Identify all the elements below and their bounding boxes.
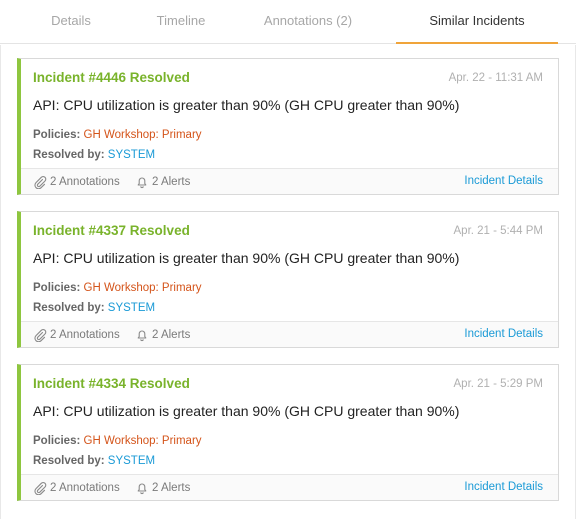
incident-title: Incident #4446 Resolved xyxy=(33,70,190,85)
incident-description: API: CPU utilization is greater than 90%… xyxy=(33,250,460,266)
alerts-count: 2 Alerts xyxy=(135,481,190,495)
incident-title: Incident #4334 Resolved xyxy=(33,376,190,391)
annotations-label: 2 Annotations xyxy=(50,329,120,341)
incident-card-footer: 2 Annotations 2 Alerts Incident Details xyxy=(21,168,558,194)
tab-timeline[interactable]: Timeline xyxy=(142,0,220,44)
resolved-by-value[interactable]: SYSTEM xyxy=(108,149,155,161)
policies-value: GH Workshop: Primary xyxy=(83,129,202,141)
resolved-by-value[interactable]: SYSTEM xyxy=(108,302,155,314)
incident-details-link[interactable]: Incident Details xyxy=(464,481,543,493)
incident-timestamp: Apr. 21 - 5:44 PM xyxy=(453,225,544,237)
alerts-count: 2 Alerts xyxy=(135,328,190,342)
incident-timestamp: Apr. 21 - 5:29 PM xyxy=(453,378,544,390)
resolved-by-label: Resolved by: xyxy=(33,455,105,467)
policies-value: GH Workshop: Primary xyxy=(83,435,202,447)
tab-similar-incidents[interactable]: Similar Incidents xyxy=(396,0,558,44)
bell-icon xyxy=(137,177,147,189)
resolved-by-row: Resolved by: SYSTEM xyxy=(33,149,155,161)
policies-row: Policies: GH Workshop: Primary xyxy=(33,129,202,141)
tab-details[interactable]: Details xyxy=(0,0,142,44)
incident-card-footer: 2 Annotations 2 Alerts Incident Details xyxy=(21,474,558,500)
incident-card-footer: 2 Annotations 2 Alerts Incident Details xyxy=(21,321,558,347)
incident-card: Incident #4334 Resolved Apr. 21 - 5:29 P… xyxy=(17,364,559,501)
policies-label: Policies: xyxy=(33,435,81,447)
annotations-label: 2 Annotations xyxy=(50,482,120,494)
incident-details-link[interactable]: Incident Details xyxy=(464,175,543,187)
incident-description: API: CPU utilization is greater than 90%… xyxy=(33,403,460,419)
annotations-count: 2 Annotations xyxy=(33,328,120,342)
paperclip-icon xyxy=(34,176,47,189)
alerts-label: 2 Alerts xyxy=(152,176,191,188)
alerts-label: 2 Alerts xyxy=(152,482,191,494)
resolved-by-value[interactable]: SYSTEM xyxy=(108,455,155,467)
annotations-count: 2 Annotations xyxy=(33,481,120,495)
policies-label: Policies: xyxy=(33,129,81,141)
annotations-label: 2 Annotations xyxy=(50,176,120,188)
policies-label: Policies: xyxy=(33,282,81,294)
tab-bar: Details Timeline Annotations (2) Similar… xyxy=(0,0,576,44)
incident-card: Incident #4446 Resolved Apr. 22 - 11:31 … xyxy=(17,58,559,195)
incident-card: Incident #4337 Resolved Apr. 21 - 5:44 P… xyxy=(17,211,559,348)
policies-value: GH Workshop: Primary xyxy=(83,282,202,294)
alerts-label: 2 Alerts xyxy=(152,329,191,341)
resolved-by-label: Resolved by: xyxy=(33,149,105,161)
incident-description: API: CPU utilization is greater than 90%… xyxy=(33,97,460,113)
incident-title: Incident #4337 Resolved xyxy=(33,223,190,238)
bell-icon xyxy=(137,330,147,342)
paperclip-icon xyxy=(34,329,47,342)
resolved-by-label: Resolved by: xyxy=(33,302,105,314)
tab-annotations[interactable]: Annotations (2) xyxy=(220,0,396,44)
resolved-by-row: Resolved by: SYSTEM xyxy=(33,455,155,467)
paperclip-icon xyxy=(34,482,47,495)
policies-row: Policies: GH Workshop: Primary xyxy=(33,282,202,294)
incident-details-link[interactable]: Incident Details xyxy=(464,328,543,340)
incident-timestamp: Apr. 22 - 11:31 AM xyxy=(448,72,543,84)
alerts-count: 2 Alerts xyxy=(135,175,190,189)
annotations-count: 2 Annotations xyxy=(33,175,120,189)
bell-icon xyxy=(137,483,147,495)
resolved-by-row: Resolved by: SYSTEM xyxy=(33,302,155,314)
policies-row: Policies: GH Workshop: Primary xyxy=(33,435,202,447)
